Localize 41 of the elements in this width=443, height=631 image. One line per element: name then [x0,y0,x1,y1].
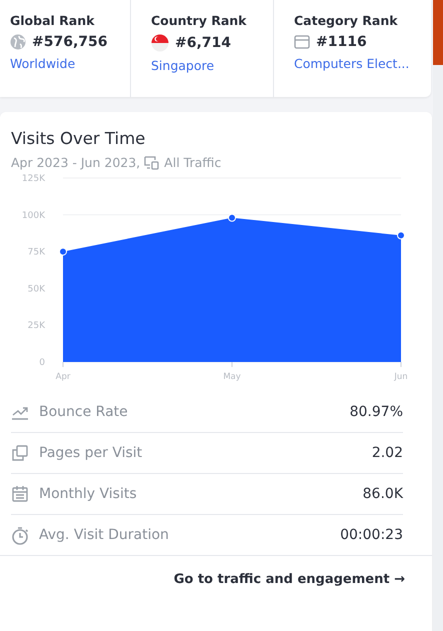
axis-label: May [223,372,241,382]
rank-title: Country Rank [151,13,248,28]
category-icon [294,35,310,49]
metric-value: 2.02 [372,445,403,461]
traffic-filter: All Traffic [164,155,222,170]
rank-link[interactable]: Computers Elect... [294,56,410,71]
copy-icon [11,444,29,462]
data-point [59,248,67,256]
calendar-icon [11,485,29,503]
rank-value: #6,714 [175,35,232,51]
metric-value: 00:00:23 [340,527,403,543]
rank-title: Category Rank [294,13,399,28]
globe-icon [10,34,26,50]
axis-label: 0 [39,358,45,368]
card-title: Visits Over Time [11,129,146,148]
rank-link[interactable]: Singapore [151,58,214,73]
axis-label: Apr [56,372,70,382]
traffic-link[interactable]: Go to traffic and engagement → [174,572,405,587]
metric-label: Pages per Visit [39,445,144,461]
axis-label: Jun [394,372,408,382]
rank-value: #576,756 [32,34,108,50]
rank-link[interactable]: Worldwide [10,56,76,71]
metric-value: 86.0K [362,486,403,502]
axis-label: 50K [28,284,45,294]
devices-icon [144,156,160,170]
metric-label: Monthly Visits [39,486,138,502]
data-point [228,214,236,222]
axis-label: 25K [28,321,45,332]
metric-label: Avg. Visit Duration [39,527,170,543]
axis-label: 125K [22,174,45,184]
rank-title: Global Rank [10,13,96,28]
rank-value: #1116 [316,34,367,50]
axis-label: 100K [22,210,45,221]
axis-label: 75K [28,248,45,258]
data-point [397,231,405,240]
metric-label: Bounce Rate [39,404,129,420]
stopwatch-icon [11,526,29,544]
metric-value: 80.97% [350,404,403,420]
panel-edge [433,0,443,65]
date-range: Apr 2023 - Jun 2023, [11,155,140,170]
flag-icon [151,34,169,52]
